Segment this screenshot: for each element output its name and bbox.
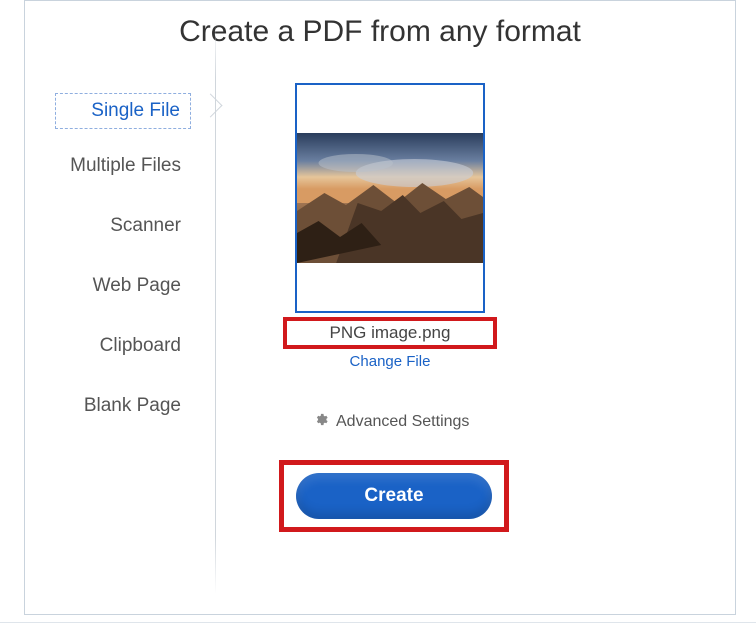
create-pdf-panel: Create a PDF from any format Single File… — [24, 0, 736, 615]
sidebar-item-single-file[interactable]: Single File — [55, 93, 191, 129]
sidebar-item-web-page[interactable]: Web Page — [25, 263, 209, 309]
filename-text: PNG image.png — [330, 323, 451, 342]
sidebar-item-label: Multiple Files — [70, 155, 181, 176]
gear-icon — [313, 412, 328, 432]
sidebar-item-label: Clipboard — [100, 335, 181, 356]
preview-thumbnail — [297, 133, 483, 263]
sidebar-item-label: Blank Page — [84, 395, 181, 416]
sidebar-item-label: Web Page — [93, 275, 181, 296]
filename-highlight: PNG image.png — [283, 317, 497, 349]
advanced-settings-label: Advanced Settings — [336, 413, 469, 431]
sidebar-item-clipboard[interactable]: Clipboard — [25, 323, 209, 369]
change-file-link[interactable]: Change File — [295, 353, 485, 370]
sidebar-item-scanner[interactable]: Scanner — [25, 203, 209, 249]
sidebar-item-label: Scanner — [110, 215, 181, 236]
file-preview[interactable] — [295, 83, 485, 313]
panel-title: Create a PDF from any format — [25, 1, 735, 73]
panel-body: Single File Multiple Files Scanner Web P… — [25, 73, 735, 606]
sidebar-item-multiple-files[interactable]: Multiple Files — [25, 143, 209, 189]
vertical-divider — [215, 21, 216, 594]
create-highlight: Create — [279, 460, 509, 532]
main-area: PNG image.png Change File Advanced Setti… — [215, 73, 735, 606]
sidebar-item-blank-page[interactable]: Blank Page — [25, 383, 209, 429]
source-sidebar: Single File Multiple Files Scanner Web P… — [25, 73, 215, 606]
sidebar-item-label: Single File — [91, 100, 180, 121]
advanced-settings-link[interactable]: Advanced Settings — [295, 412, 735, 432]
create-button[interactable]: Create — [296, 473, 492, 519]
